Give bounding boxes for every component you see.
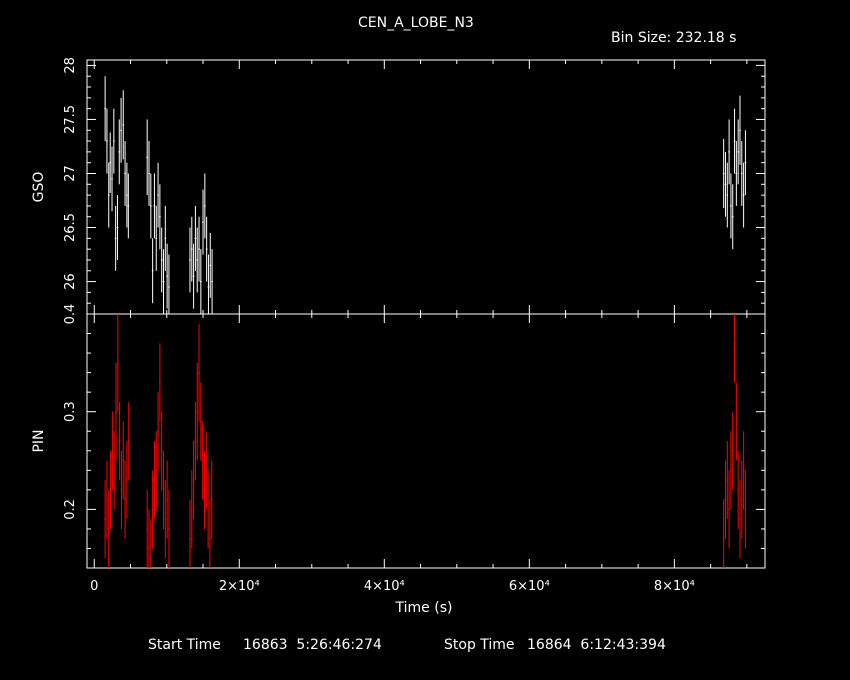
stop-time-label: Stop Time [444, 637, 515, 653]
pin-ylabel: PIN [31, 429, 47, 452]
x-tick-label: 8×10⁴ [654, 579, 695, 594]
x-tick-label: 0 [90, 579, 98, 594]
gso-ytick-label: 28 [63, 57, 78, 74]
stop-time-value: 16864 6:12:43:394 [527, 637, 666, 653]
gso-ytick-label: 27.5 [63, 105, 78, 134]
light-curve-chart: 26 26.5 27 27.5 28 GSO 0.2 0.3 0.4 PIN 0 2×10⁴ 4×10⁴… [31, 57, 766, 616]
gso-ytick-label: 26 [63, 273, 78, 290]
x-tick-label: 2×10⁴ [219, 579, 260, 594]
gso-ytick-label: 27 [63, 165, 78, 182]
pin-ytick-label: 0.3 [63, 401, 78, 422]
gso-panel-frame [86, 59, 766, 315]
x-tick-label: 4×10⁴ [364, 579, 405, 594]
pin-ytick-label: 0.4 [63, 304, 78, 325]
start-time-value: 16863 5:26:46:274 [243, 637, 382, 653]
x-axis-label: Time (s) [395, 600, 453, 616]
pin-ytick-label: 0.2 [63, 499, 78, 520]
x-tick-label: 6×10⁴ [509, 579, 550, 594]
start-time-label: Start Time [148, 637, 221, 653]
gso-ylabel: GSO [31, 172, 47, 203]
pin-panel-frame [86, 313, 766, 569]
gso-ytick-label: 26.5 [63, 213, 78, 242]
